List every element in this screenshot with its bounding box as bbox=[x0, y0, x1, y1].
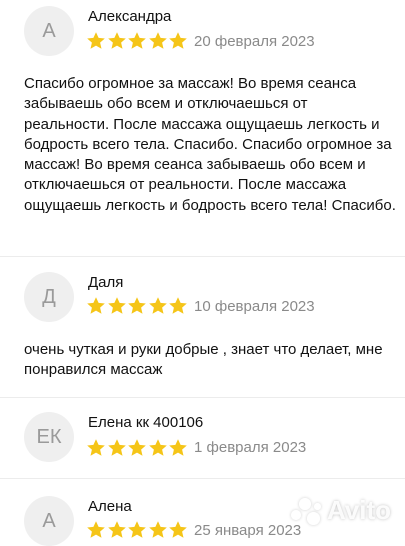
reviewer-name: Даля bbox=[88, 274, 124, 291]
star-icon bbox=[148, 520, 168, 540]
star-icon bbox=[107, 520, 127, 540]
watermark-text: Avito bbox=[326, 495, 391, 525]
star-rating bbox=[86, 438, 189, 458]
avito-watermark: Avito bbox=[289, 495, 391, 526]
star-icon bbox=[148, 31, 168, 51]
star-icon bbox=[107, 438, 127, 458]
avatar: Д bbox=[24, 272, 74, 322]
star-icon bbox=[86, 31, 106, 51]
divider bbox=[0, 397, 405, 398]
star-icon bbox=[148, 296, 168, 316]
review-date: 20 февраля 2023 bbox=[194, 33, 315, 50]
avatar: А bbox=[24, 496, 74, 546]
avatar: А bbox=[24, 6, 74, 56]
star-icon bbox=[86, 520, 106, 540]
star-icon bbox=[168, 31, 188, 51]
divider bbox=[0, 256, 405, 257]
review-date: 25 января 2023 bbox=[194, 522, 302, 539]
review-date: 10 февраля 2023 bbox=[194, 298, 315, 315]
review-text: Спасибо огромное за массаж! Во время сеа… bbox=[24, 75, 396, 214]
reviewer-name: Алена bbox=[88, 498, 132, 515]
star-icon bbox=[86, 438, 106, 458]
star-icon bbox=[127, 31, 147, 51]
star-icon bbox=[107, 31, 127, 51]
star-icon bbox=[127, 520, 147, 540]
star-rating bbox=[86, 296, 189, 316]
star-icon bbox=[127, 296, 147, 316]
reviewer-name: Александра bbox=[88, 8, 172, 25]
star-icon bbox=[107, 296, 127, 316]
avito-logo-icon bbox=[289, 496, 323, 526]
avatar: ЕК bbox=[24, 412, 74, 462]
star-icon bbox=[168, 296, 188, 316]
reviewer-name: Елена кк 400106 bbox=[88, 414, 204, 431]
review-text: очень чуткая и руки добрые , знает что д… bbox=[24, 341, 383, 379]
star-icon bbox=[86, 296, 106, 316]
star-icon bbox=[168, 438, 188, 458]
star-rating bbox=[86, 520, 189, 540]
star-rating bbox=[86, 31, 189, 51]
star-icon bbox=[148, 438, 168, 458]
star-icon bbox=[168, 520, 188, 540]
divider bbox=[0, 478, 405, 479]
review-date: 1 февраля 2023 bbox=[194, 439, 307, 456]
star-icon bbox=[127, 438, 147, 458]
